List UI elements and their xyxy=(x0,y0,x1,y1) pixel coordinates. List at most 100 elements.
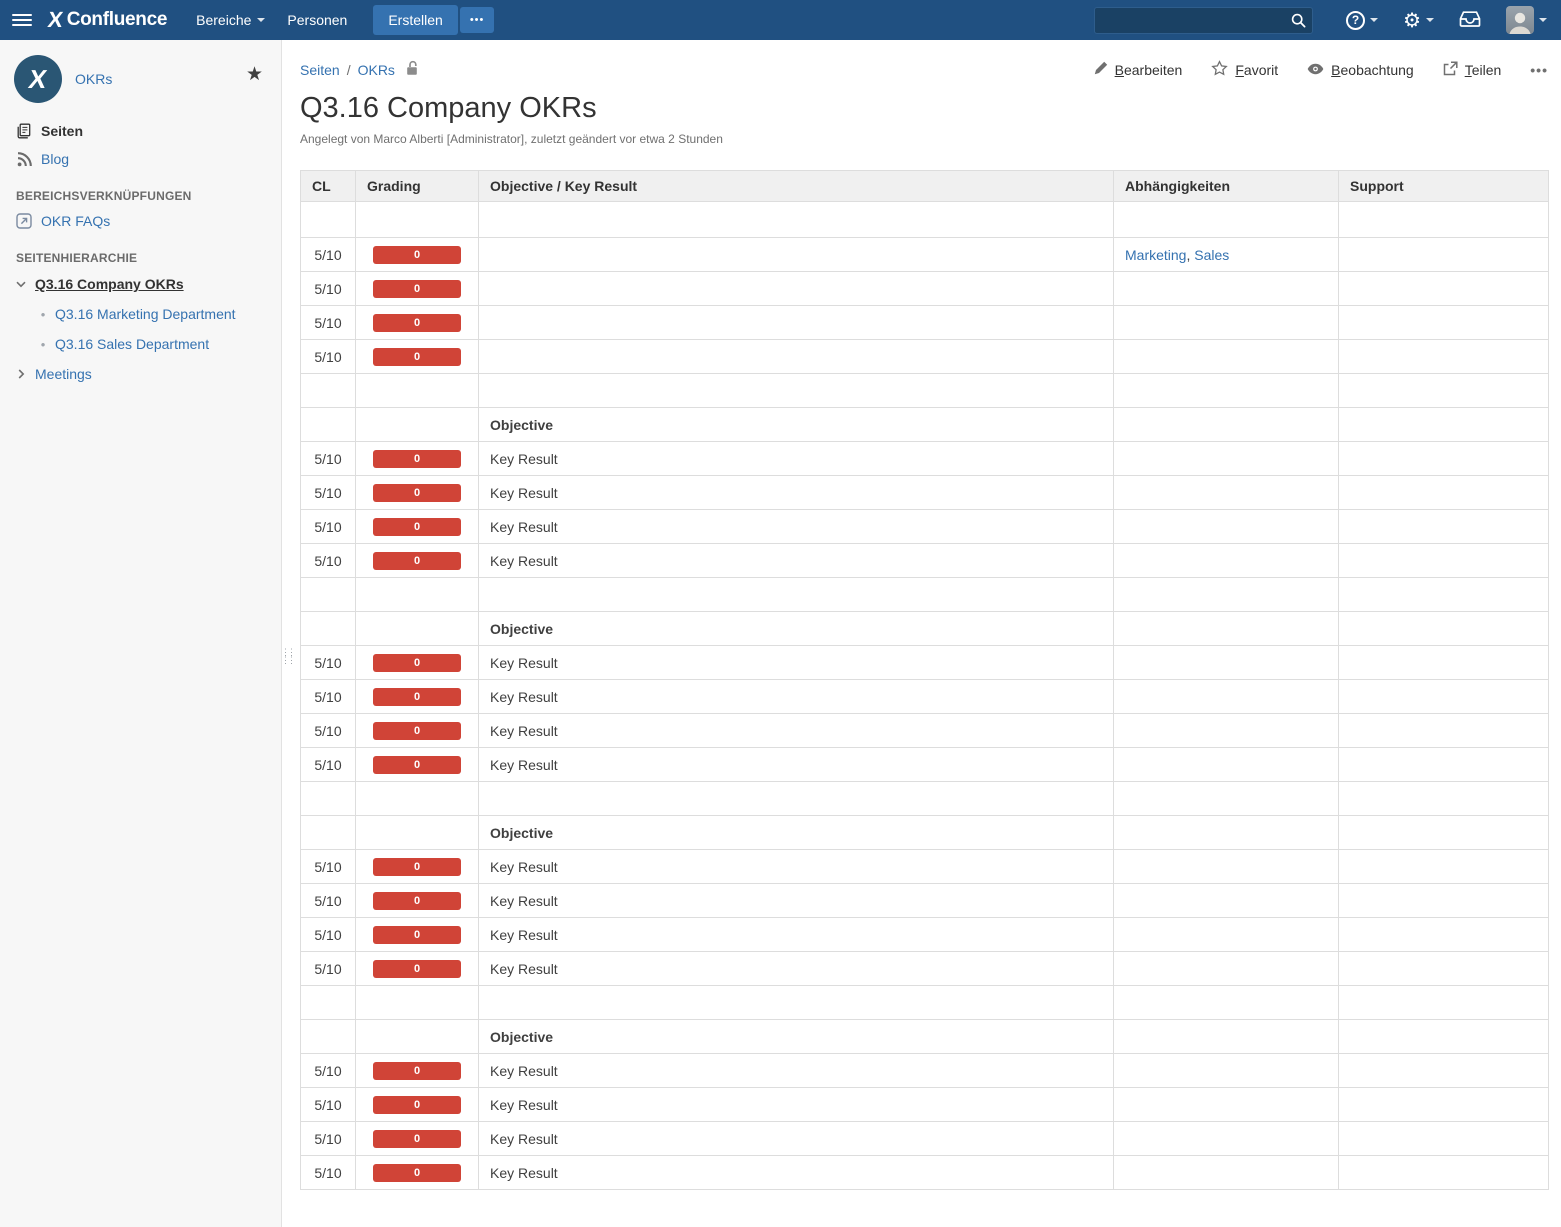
objective-key-result-cell xyxy=(478,373,1114,409)
tree-item-current-page[interactable]: Q3.16 Company OKRs xyxy=(12,269,269,299)
grading-cell: 0 xyxy=(355,1155,479,1191)
table-row xyxy=(300,577,1549,613)
support-cell xyxy=(1338,849,1549,885)
support-cell xyxy=(1338,917,1549,953)
cl-cell: 5/10 xyxy=(300,237,356,273)
search-icon[interactable] xyxy=(1291,13,1306,31)
confluence-logo[interactable]: X Confluence xyxy=(46,7,168,32)
user-menu[interactable] xyxy=(1506,6,1547,34)
dependencies-cell xyxy=(1113,373,1339,409)
watch-button[interactable]: Beobachtung xyxy=(1307,62,1414,78)
create-more-button[interactable]: ••• xyxy=(459,7,495,33)
page-content: Seiten / OKRs Bearbeiten Favorit Beobach… xyxy=(282,40,1561,1227)
grading-cell xyxy=(355,1019,479,1055)
create-button[interactable]: Erstellen xyxy=(373,5,458,35)
grading-cell: 0 xyxy=(355,475,479,511)
inbox-tray-icon xyxy=(1459,10,1481,30)
cl-cell xyxy=(300,611,356,647)
settings-menu[interactable]: ⚙ xyxy=(1403,10,1434,30)
space-header: X OKRs ★ xyxy=(12,53,269,117)
favorite-space-star-icon[interactable]: ★ xyxy=(246,65,263,84)
grading-badge: 0 xyxy=(373,959,461,978)
objective-key-result-cell xyxy=(478,781,1114,817)
grading-cell: 0 xyxy=(355,747,479,783)
grading-badge: 0 xyxy=(373,347,461,366)
share-icon xyxy=(1443,60,1458,79)
sidebar-item-pages[interactable]: Seiten xyxy=(12,117,269,145)
product-name: Confluence xyxy=(66,9,168,30)
unlocked-icon[interactable] xyxy=(406,60,420,79)
nav-spaces-menu[interactable]: Bereiche xyxy=(185,0,276,40)
dependencies-cell xyxy=(1113,1121,1339,1157)
cl-cell: 5/10 xyxy=(300,1087,356,1123)
support-cell xyxy=(1338,713,1549,749)
cl-cell: 5/10 xyxy=(300,475,356,511)
cl-cell xyxy=(300,577,356,613)
support-cell xyxy=(1338,237,1549,273)
objective-key-result-cell: Key Result xyxy=(478,645,1114,681)
sidebar-item-okr-faqs[interactable]: OKR FAQs xyxy=(12,207,269,235)
tree-item-marketing[interactable]: • Q3.16 Marketing Department xyxy=(12,299,269,329)
objective-key-result-cell xyxy=(478,305,1114,341)
cl-cell: 5/10 xyxy=(300,1155,356,1191)
cl-cell: 5/10 xyxy=(300,849,356,885)
objective-key-result-cell: Key Result xyxy=(478,509,1114,545)
edit-button[interactable]: Bearbeiten xyxy=(1094,61,1182,78)
pencil-icon xyxy=(1094,61,1108,78)
table-row: 5/10 0 Key Result xyxy=(300,679,1549,715)
dependencies-cell: Marketing, Sales xyxy=(1113,237,1339,273)
grading-badge: 0 xyxy=(373,1095,461,1114)
rss-icon xyxy=(16,151,32,167)
breadcrumb-pages-link[interactable]: Seiten xyxy=(300,62,340,78)
favorite-button[interactable]: Favorit xyxy=(1211,60,1278,79)
breadcrumb-okrs-link[interactable]: OKRs xyxy=(358,62,395,78)
support-cell xyxy=(1338,577,1549,613)
space-sidebar: X OKRs ★ Seiten Blog BEREICHSVERKNÜPFUNG… xyxy=(0,40,282,1227)
nav-people-menu[interactable]: Personen xyxy=(276,0,358,40)
tree-item-meetings[interactable]: Meetings xyxy=(12,359,269,389)
objective-key-result-cell: Key Result xyxy=(478,849,1114,885)
space-logo[interactable]: X xyxy=(14,55,62,103)
share-button[interactable]: Teilen xyxy=(1443,60,1501,79)
more-actions-button[interactable]: ••• xyxy=(1530,62,1548,78)
grading-cell: 0 xyxy=(355,951,479,987)
support-cell xyxy=(1338,509,1549,545)
breadcrumb: Seiten / OKRs xyxy=(300,60,420,79)
table-row: 5/10 0 Key Result xyxy=(300,1087,1549,1123)
dependencies-cell xyxy=(1113,917,1339,953)
chevron-down-icon[interactable] xyxy=(14,281,28,288)
dependencies-cell xyxy=(1113,849,1339,885)
grading-badge: 0 xyxy=(373,653,461,672)
table-row: Objective xyxy=(300,407,1549,443)
cl-cell: 5/10 xyxy=(300,509,356,545)
grading-cell: 0 xyxy=(355,543,479,579)
notifications-button[interactable] xyxy=(1459,10,1481,30)
chevron-right-icon[interactable] xyxy=(14,369,28,379)
sidebar-resize-handle[interactable]: ⋮⋮ ⋮⋮ xyxy=(281,648,296,665)
dependencies-cell xyxy=(1113,815,1339,851)
space-name-link[interactable]: OKRs xyxy=(75,71,112,87)
grading-cell: 0 xyxy=(355,1053,479,1089)
section-heading-space-shortcuts: BEREICHSVERKNÜPFUNGEN xyxy=(16,189,192,203)
dependencies-cell xyxy=(1113,679,1339,715)
tree-item-sales[interactable]: • Q3.16 Sales Department xyxy=(12,329,269,359)
objective-key-result-cell: Key Result xyxy=(478,1053,1114,1089)
grading-cell: 0 xyxy=(355,645,479,681)
grading-cell: 0 xyxy=(355,849,479,885)
page-tree: Q3.16 Company OKRs • Q3.16 Marketing Dep… xyxy=(12,269,269,389)
sidebar-item-blog[interactable]: Blog xyxy=(12,145,269,173)
dependency-link[interactable]: Marketing xyxy=(1125,247,1186,263)
table-row: 5/10 0 Key Result xyxy=(300,441,1549,477)
grading-badge: 0 xyxy=(373,857,461,876)
help-menu[interactable]: ? xyxy=(1346,10,1379,30)
table-row: 5/10 0 xyxy=(300,305,1549,341)
hamburger-menu-icon[interactable] xyxy=(12,14,32,26)
objective-key-result-cell: Key Result xyxy=(478,883,1114,919)
grading-cell xyxy=(355,201,479,239)
dependency-link[interactable]: Sales xyxy=(1194,247,1229,263)
search-input[interactable] xyxy=(1094,6,1314,34)
objective-key-result-cell: Key Result xyxy=(478,1087,1114,1123)
dependencies-cell xyxy=(1113,271,1339,307)
column-header-dependencies: Abhängigkeiten xyxy=(1113,170,1339,203)
cl-cell: 5/10 xyxy=(300,951,356,987)
